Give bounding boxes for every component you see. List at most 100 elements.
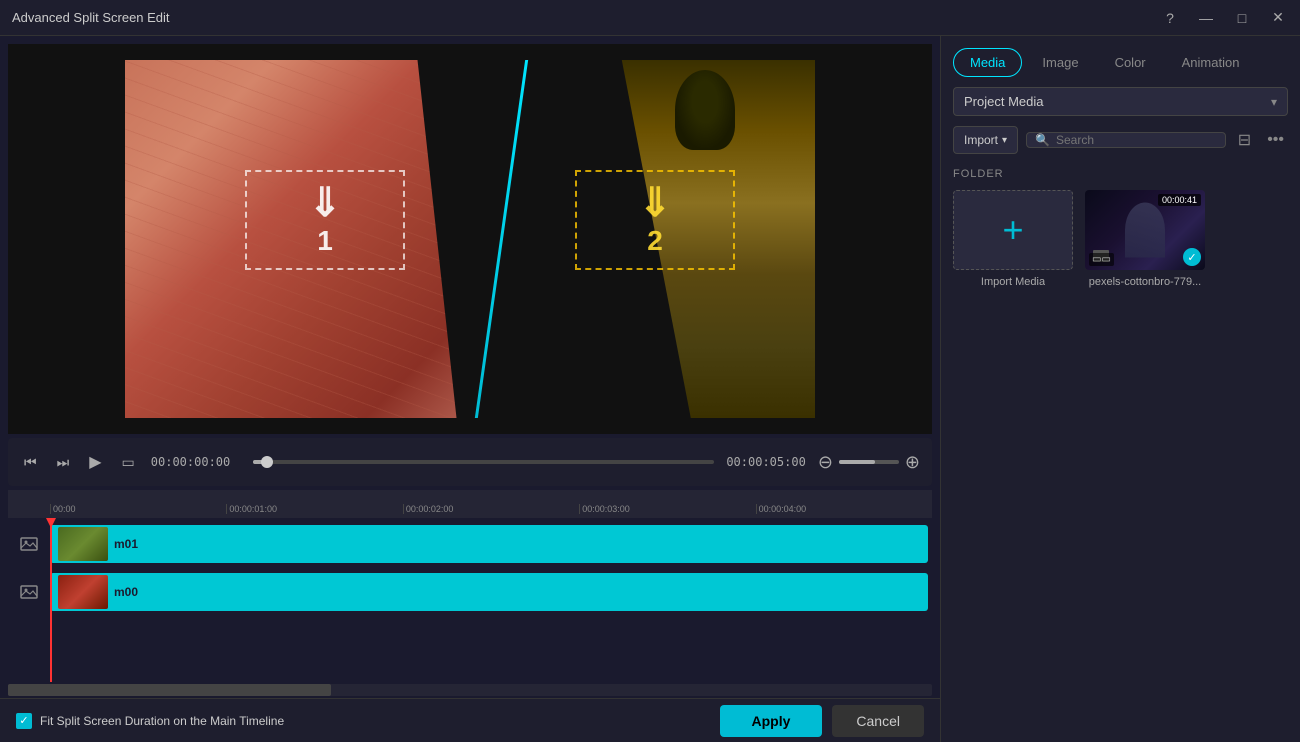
track-label-2: m00: [114, 585, 138, 599]
timeline-area: 00:00 00:00:01:00 00:00:02:00 00:00:03:0…: [8, 490, 932, 698]
fit-duration-checkbox[interactable]: ✓: [16, 713, 32, 729]
step-back-icon: ⏮: [24, 454, 37, 471]
maximize-button[interactable]: □: [1232, 8, 1252, 28]
zoom-controls: ⊖ ⊕: [818, 453, 920, 471]
split-screen-container: ⇓ 1 ⇓ 2: [125, 60, 815, 418]
ellipsis-icon: •••: [1267, 131, 1284, 148]
video-media-label: pexels-cottonbro-779...: [1089, 276, 1202, 288]
split-divider: [475, 60, 528, 418]
help-icon: ?: [1166, 10, 1174, 26]
track-thumbnail-1: [58, 527, 108, 561]
track-label-1: m01: [114, 537, 138, 551]
plus-icon: +: [1002, 212, 1023, 248]
step-back-button[interactable]: ⏮: [20, 450, 41, 475]
minimize-button[interactable]: —: [1196, 8, 1216, 28]
bottom-buttons: Apply Cancel: [720, 705, 924, 737]
main-area: ⇓ 1 ⇓ 2 ⏮ ⏭: [0, 36, 1300, 742]
left-panel: ⇓ 1 ⇓ 2 ⏮ ⏭: [0, 36, 940, 742]
project-media-dropdown[interactable]: Project Media ▾: [953, 87, 1288, 116]
import-media-label: Import Media: [981, 276, 1045, 288]
progress-dot: [261, 456, 273, 468]
filter-button[interactable]: ⊟: [1234, 126, 1255, 154]
search-icon: 🔍: [1035, 133, 1050, 147]
time-current: 00:00:00:00: [151, 455, 241, 469]
title-bar-left: Advanced Split Screen Edit: [12, 10, 170, 25]
close-icon: ✕: [1272, 9, 1284, 26]
search-input[interactable]: [1056, 133, 1217, 147]
checkmark-icon: ✓: [19, 714, 28, 727]
right-panel: Media Image Color Animation Project Medi…: [940, 36, 1300, 742]
drop-arrow-2: ⇓: [638, 183, 672, 223]
bottom-bar: ✓ Fit Split Screen Duration on the Main …: [0, 698, 940, 742]
close-button[interactable]: ✕: [1268, 8, 1288, 28]
dropdown-value: Project Media: [964, 94, 1043, 109]
zoom-slider-fill: [839, 460, 875, 464]
frame-forward-button[interactable]: ⏭: [53, 450, 74, 475]
tab-media[interactable]: Media: [953, 48, 1022, 77]
ruler-mark-0: 00:00: [50, 504, 226, 514]
progress-bar[interactable]: [253, 460, 715, 464]
time-total: 00:00:05:00: [726, 455, 805, 469]
preview-area: ⇓ 1 ⇓ 2: [8, 44, 932, 434]
track-content-2[interactable]: m00: [50, 573, 928, 611]
chevron-down-small-icon: ▾: [1002, 135, 1007, 146]
play-icon: ▶: [89, 452, 101, 472]
search-box: 🔍: [1026, 132, 1226, 148]
zoom-in-icon: ⊕: [905, 452, 920, 472]
dropdown-row: Project Media ▾: [953, 87, 1288, 116]
transport-bar: ⏮ ⏭ ▶ ▭ 00:00:00:00 00:00:05:00 ⊖: [8, 438, 932, 486]
maximize-icon: □: [1238, 10, 1246, 26]
fullscreen-icon: ▭: [122, 454, 135, 471]
chevron-down-icon: ▾: [1271, 95, 1277, 109]
table-row: m01: [8, 522, 932, 566]
tab-animation[interactable]: Animation: [1166, 48, 1256, 77]
check-badge: ✓: [1183, 248, 1201, 266]
fit-duration-row: ✓ Fit Split Screen Duration on the Main …: [16, 713, 284, 729]
film-icon: ▭▭: [1089, 253, 1114, 266]
media-grid: + Import Media 00:00:41 ▭▭ ✓ pexe: [953, 190, 1288, 288]
import-media-thumb: +: [953, 190, 1073, 270]
cancel-button[interactable]: Cancel: [832, 705, 924, 737]
track-thumbnail-2: [58, 575, 108, 609]
filter-icon: ⊟: [1238, 132, 1251, 149]
fit-duration-label: Fit Split Screen Duration on the Main Ti…: [40, 714, 284, 728]
tab-color[interactable]: Color: [1099, 48, 1162, 77]
playhead-line: [50, 518, 52, 682]
fullscreen-button[interactable]: ▭: [118, 450, 139, 475]
track-content-1[interactable]: m01: [50, 525, 928, 563]
list-item[interactable]: 00:00:41 ▭▭ ✓ pexels-cottonbro-779...: [1085, 190, 1205, 288]
play-button[interactable]: ▶: [85, 448, 105, 476]
zoom-in-button[interactable]: ⊕: [905, 453, 920, 471]
timeline-scrollbar[interactable]: [8, 684, 932, 696]
drop-number-1: ⇓ 1: [290, 185, 360, 255]
tab-image[interactable]: Image: [1026, 48, 1094, 77]
zoom-out-button[interactable]: ⊖: [818, 453, 833, 471]
title-bar-controls: ? — □ ✕: [1160, 8, 1288, 28]
ruler-mark-2: 00:00:02:00: [403, 504, 579, 514]
title-bar: Advanced Split Screen Edit ? — □ ✕: [0, 0, 1300, 36]
more-options-button[interactable]: •••: [1263, 127, 1288, 153]
track-icon-1: [8, 535, 50, 553]
drop-zone-2[interactable]: ⇓ 2: [575, 170, 735, 270]
table-row: m00: [8, 570, 932, 614]
frame-forward-icon: ⏭: [57, 454, 70, 471]
folder-label: FOLDER: [953, 168, 1288, 180]
zoom-out-icon: ⊖: [818, 452, 833, 472]
timeline-tracks-wrapper: m01: [8, 518, 932, 682]
scrollbar-thumb: [8, 684, 331, 696]
drop-zone-1[interactable]: ⇓ 1: [245, 170, 405, 270]
help-button[interactable]: ?: [1160, 8, 1180, 28]
track-icon-2: [8, 583, 50, 601]
zoom-slider[interactable]: [839, 460, 899, 464]
list-item[interactable]: + Import Media: [953, 190, 1073, 288]
timeline-ruler: 00:00 00:00:01:00 00:00:02:00 00:00:03:0…: [8, 490, 932, 518]
apply-button[interactable]: Apply: [720, 705, 823, 737]
image-icon-1: [20, 535, 38, 553]
drop-number-2: ⇓ 2: [620, 185, 690, 255]
drop-arrow-1: ⇓: [308, 183, 342, 223]
video-thumb: 00:00:41 ▭▭ ✓: [1085, 190, 1205, 270]
image-icon-2: [20, 583, 38, 601]
checkmark-badge-icon: ✓: [1187, 251, 1196, 264]
ruler-mark-4: 00:00:04:00: [756, 504, 932, 514]
import-button[interactable]: Import ▾: [953, 126, 1018, 154]
